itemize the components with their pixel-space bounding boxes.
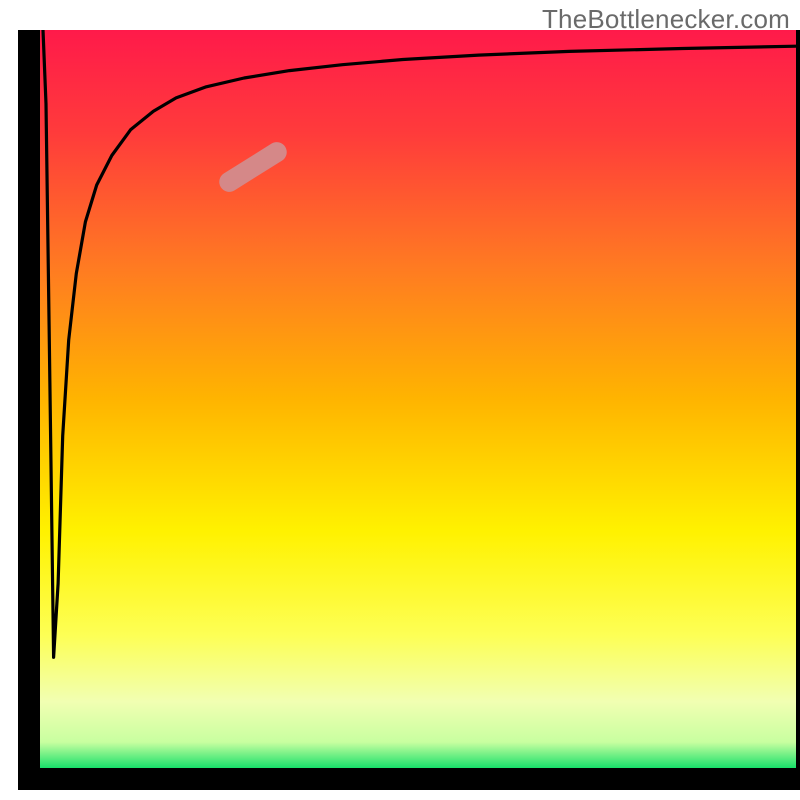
chart-frame: TheBottlenecker.com: [0, 0, 800, 800]
axis-right: [796, 30, 800, 772]
axis-bottom: [18, 768, 800, 790]
gradient-plot-area: [40, 30, 796, 768]
watermark-text: TheBottlenecker.com: [542, 4, 790, 35]
gradient-rect: [40, 30, 796, 768]
axis-left: [18, 30, 40, 774]
